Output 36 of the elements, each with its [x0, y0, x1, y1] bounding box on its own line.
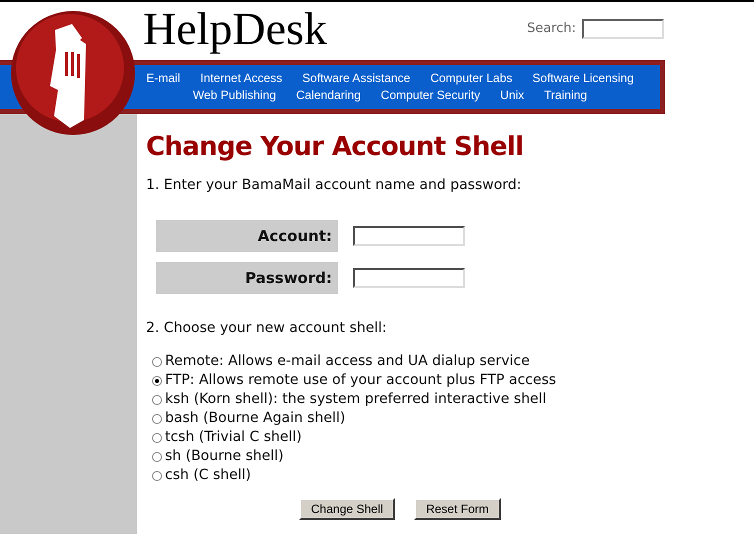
nav-link[interactable]: Calendaring	[296, 87, 361, 104]
search-field[interactable]	[582, 19, 664, 39]
radio-label: bash (Bourne Again shell)	[165, 409, 346, 428]
nav-link[interactable]: Computer Security	[380, 87, 480, 104]
radio-label: FTP: Allows remote use of your account plus FTP access	[165, 371, 556, 390]
radio-button[interactable]	[152, 394, 162, 404]
radio-label: ksh (Korn shell): the system preferred interactive shell	[165, 390, 546, 409]
reset-button[interactable]: Reset Form	[414, 498, 501, 520]
radio-button[interactable]	[152, 452, 162, 462]
nav-link[interactable]: Training	[544, 87, 588, 104]
account-field[interactable]	[353, 226, 465, 246]
radio-button[interactable]	[152, 414, 162, 424]
nav-link[interactable]: E-mail	[146, 70, 180, 87]
radio-button[interactable]	[152, 470, 162, 480]
radio-button[interactable]	[152, 432, 162, 442]
submit-button[interactable]: Change Shell	[299, 498, 396, 520]
nav-link[interactable]: Software Licensing	[532, 70, 634, 87]
radio-label: csh (C shell)	[165, 466, 252, 485]
page-heading: Change Your Account Shell	[146, 131, 524, 164]
radio-button[interactable]	[152, 376, 162, 386]
radio-label: sh (Bourne shell)	[165, 447, 284, 466]
nav-link[interactable]: Software Assistance	[302, 70, 410, 87]
nav-link[interactable]: Computer Labs	[430, 70, 512, 87]
radio-label: tcsh (Trivial C shell)	[165, 428, 302, 447]
password-field[interactable]	[353, 268, 465, 288]
site-title: HelpDesk	[143, 4, 327, 54]
radio-label: Remote: Allows e-mail access and UA dialup service	[165, 352, 530, 371]
field-label: Password:	[156, 262, 338, 294]
step-instruction: 1. Enter your BamaMail account name and password:	[146, 176, 522, 195]
nav-link[interactable]: Internet Access	[200, 70, 282, 87]
step-instruction: 2. Choose your new account shell:	[146, 319, 388, 338]
field-label: Account:	[156, 220, 338, 252]
nav-link[interactable]: Web Publishing	[192, 87, 276, 104]
search-label: Search:	[526, 20, 576, 38]
nav-link[interactable]: Unix	[500, 87, 524, 104]
radio-button[interactable]	[152, 356, 162, 366]
